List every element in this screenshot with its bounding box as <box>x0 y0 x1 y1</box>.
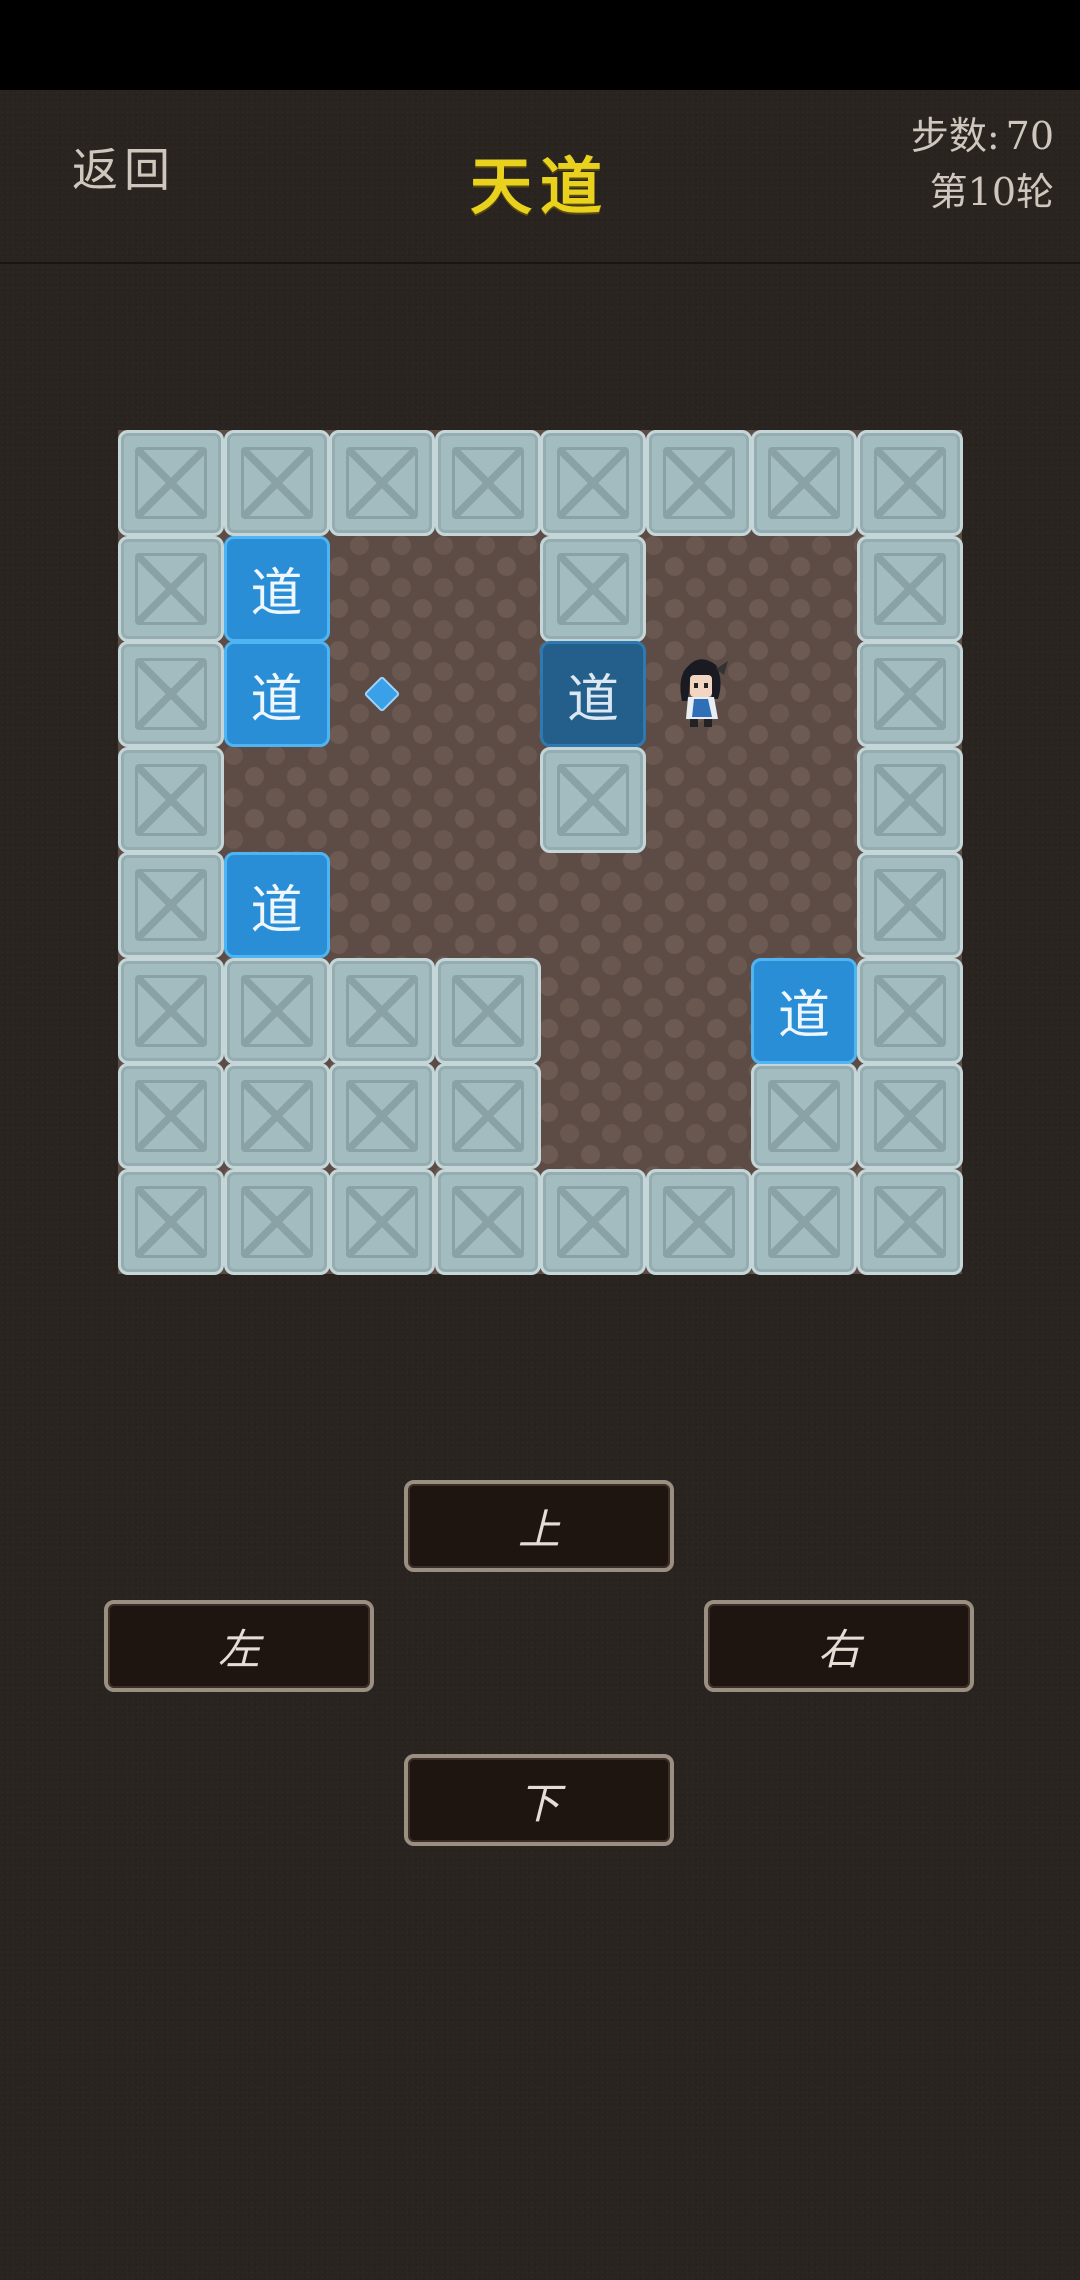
wall-tile <box>118 641 224 747</box>
wall-tile <box>540 746 646 853</box>
steps-counter: 步数: 70 <box>911 108 1054 164</box>
wall-tile <box>856 641 963 747</box>
wall-tile <box>434 1063 541 1169</box>
target-marker <box>363 675 401 713</box>
wall-tile <box>645 430 752 536</box>
wall-tile <box>223 1063 330 1169</box>
wall-tile <box>540 535 646 642</box>
wall-tile <box>434 1168 541 1275</box>
wall-tile <box>751 1063 857 1169</box>
right-button[interactable]: 右 <box>704 1600 974 1692</box>
wall-tile <box>329 957 435 1064</box>
wall-tile <box>856 852 963 958</box>
game-board: 道道道道道 <box>118 430 963 1275</box>
wall-tile <box>645 1168 752 1275</box>
wall-tile <box>223 957 330 1064</box>
wall-tile <box>751 430 857 536</box>
wall-tile <box>856 746 963 853</box>
wall-tile <box>118 1063 224 1169</box>
wall-tile <box>329 1063 435 1169</box>
wall-tile <box>856 957 963 1064</box>
wall-tile <box>118 852 224 958</box>
wall-tile <box>118 535 224 642</box>
wall-tile <box>434 430 541 536</box>
wall-tile <box>223 1168 330 1275</box>
wall-tile <box>856 1063 963 1169</box>
push-box: 道 <box>751 957 857 1064</box>
wall-tile <box>329 1168 435 1275</box>
top-bar: 返回 天道 步数: 70 第10轮 <box>0 90 1080 264</box>
push-box: 道 <box>223 641 330 747</box>
round-indicator: 第10轮 <box>929 170 1054 214</box>
wall-tile <box>751 1168 857 1275</box>
wall-tile <box>118 430 224 536</box>
wall-tile <box>329 430 435 536</box>
wall-tile <box>118 1168 224 1275</box>
player-character-icon <box>646 641 752 747</box>
steps-value: 70 <box>1005 114 1054 158</box>
left-button[interactable]: 左 <box>104 1600 374 1692</box>
steps-label: 步数: <box>910 114 1000 158</box>
down-button[interactable]: 下 <box>404 1754 674 1846</box>
up-button[interactable]: 上 <box>404 1480 674 1572</box>
wall-tile <box>118 957 224 1064</box>
wall-tile <box>540 430 646 536</box>
wall-tile <box>856 535 963 642</box>
stats-panel: 步数: 70 第10轮 <box>911 108 1054 220</box>
push-box: 道 <box>223 535 330 642</box>
wall-tile <box>856 430 963 536</box>
wall-tile <box>223 430 330 536</box>
wall-tile <box>118 746 224 853</box>
wall-tile <box>540 1168 646 1275</box>
wall-tile <box>434 957 541 1064</box>
box-on-target: 道 <box>540 641 646 747</box>
push-box: 道 <box>223 852 330 958</box>
wall-tile <box>856 1168 963 1275</box>
status-bar <box>0 0 1080 90</box>
